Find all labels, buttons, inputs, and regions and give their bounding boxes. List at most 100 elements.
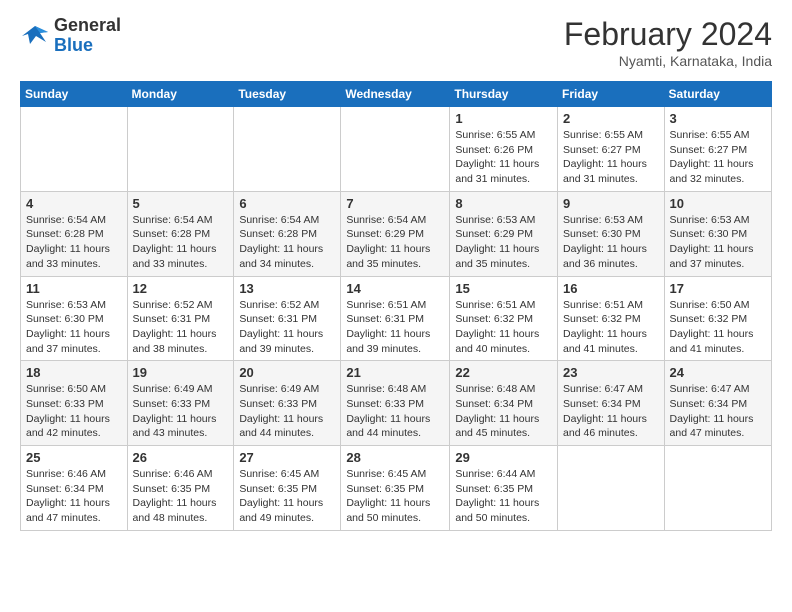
day-number: 22 bbox=[455, 365, 552, 380]
calendar-cell bbox=[127, 107, 234, 192]
calendar-cell: 8 Sunrise: 6:53 AM Sunset: 6:29 PM Daylig… bbox=[450, 191, 558, 276]
day-info: Sunrise: 6:46 AM Sunset: 6:35 PM Dayligh… bbox=[133, 467, 229, 526]
day-info: Sunrise: 6:48 AM Sunset: 6:33 PM Dayligh… bbox=[346, 382, 444, 441]
day-number: 8 bbox=[455, 196, 552, 211]
day-header-friday: Friday bbox=[558, 82, 665, 107]
day-number: 2 bbox=[563, 111, 659, 126]
day-header-wednesday: Wednesday bbox=[341, 82, 450, 107]
day-header-monday: Monday bbox=[127, 82, 234, 107]
calendar-cell: 11 Sunrise: 6:53 AM Sunset: 6:30 PM Dayli… bbox=[21, 276, 128, 361]
day-number: 26 bbox=[133, 450, 229, 465]
calendar-week-row: 25 Sunrise: 6:46 AM Sunset: 6:34 PM Dayli… bbox=[21, 446, 772, 531]
day-info: Sunrise: 6:45 AM Sunset: 6:35 PM Dayligh… bbox=[346, 467, 444, 526]
calendar-cell: 27Sunrise: 6:45 AM Sunset: 6:35 PM Dayli… bbox=[234, 446, 341, 531]
day-info: Sunrise: 6:52 AM Sunset: 6:31 PM Dayligh… bbox=[239, 298, 335, 357]
day-number: 13 bbox=[239, 281, 335, 296]
day-number: 3 bbox=[670, 111, 766, 126]
calendar-cell: 19 Sunrise: 6:49 AM Sunset: 6:33 PM Dayli… bbox=[127, 361, 234, 446]
day-number: 25 bbox=[26, 450, 122, 465]
calendar-cell: 29 Sunrise: 6:44 AM Sunset: 6:35 PM Dayli… bbox=[450, 446, 558, 531]
day-header-saturday: Saturday bbox=[664, 82, 771, 107]
day-number: 17 bbox=[670, 281, 766, 296]
day-number: 11 bbox=[26, 281, 122, 296]
day-header-sunday: Sunday bbox=[21, 82, 128, 107]
calendar-cell bbox=[21, 107, 128, 192]
logo-text: General Blue bbox=[54, 16, 121, 56]
month-title: February 2024 bbox=[564, 16, 772, 53]
location: Nyamti, Karnataka, India bbox=[564, 53, 772, 69]
day-number: 24 bbox=[670, 365, 766, 380]
logo-line1: General bbox=[54, 15, 121, 35]
day-info: Sunrise: 6:53 AM Sunset: 6:30 PM Dayligh… bbox=[26, 298, 122, 357]
day-info: Sunrise: 6:50 AM Sunset: 6:33 PM Dayligh… bbox=[26, 382, 122, 441]
day-info: Sunrise: 6:54 AM Sunset: 6:28 PM Dayligh… bbox=[133, 213, 229, 272]
calendar-cell bbox=[558, 446, 665, 531]
calendar-week-row: 1 Sunrise: 6:55 AM Sunset: 6:26 PM Daylig… bbox=[21, 107, 772, 192]
day-info: Sunrise: 6:53 AM Sunset: 6:29 PM Dayligh… bbox=[455, 213, 552, 272]
day-info: Sunrise: 6:54 AM Sunset: 6:28 PM Dayligh… bbox=[239, 213, 335, 272]
calendar-week-row: 4Sunrise: 6:54 AM Sunset: 6:28 PM Daylig… bbox=[21, 191, 772, 276]
calendar-header-row: SundayMondayTuesdayWednesdayThursdayFrid… bbox=[21, 82, 772, 107]
calendar-cell: 9 Sunrise: 6:53 AM Sunset: 6:30 PM Daylig… bbox=[558, 191, 665, 276]
calendar-week-row: 18 Sunrise: 6:50 AM Sunset: 6:33 PM Dayli… bbox=[21, 361, 772, 446]
day-info: Sunrise: 6:49 AM Sunset: 6:33 PM Dayligh… bbox=[133, 382, 229, 441]
calendar-table: SundayMondayTuesdayWednesdayThursdayFrid… bbox=[20, 81, 772, 531]
day-number: 16 bbox=[563, 281, 659, 296]
day-info: Sunrise: 6:51 AM Sunset: 6:31 PM Dayligh… bbox=[346, 298, 444, 357]
day-info: Sunrise: 6:55 AM Sunset: 6:27 PM Dayligh… bbox=[563, 128, 659, 187]
day-info: Sunrise: 6:53 AM Sunset: 6:30 PM Dayligh… bbox=[670, 213, 766, 272]
day-info: Sunrise: 6:49 AM Sunset: 6:33 PM Dayligh… bbox=[239, 382, 335, 441]
day-info: Sunrise: 6:46 AM Sunset: 6:34 PM Dayligh… bbox=[26, 467, 122, 526]
calendar-cell: 7Sunrise: 6:54 AM Sunset: 6:29 PM Daylig… bbox=[341, 191, 450, 276]
calendar-cell: 22Sunrise: 6:48 AM Sunset: 6:34 PM Dayli… bbox=[450, 361, 558, 446]
calendar-cell bbox=[341, 107, 450, 192]
day-info: Sunrise: 6:55 AM Sunset: 6:27 PM Dayligh… bbox=[670, 128, 766, 187]
calendar-cell: 20 Sunrise: 6:49 AM Sunset: 6:33 PM Dayli… bbox=[234, 361, 341, 446]
logo-icon bbox=[20, 24, 50, 48]
day-number: 12 bbox=[133, 281, 229, 296]
day-number: 9 bbox=[563, 196, 659, 211]
calendar-cell: 15Sunrise: 6:51 AM Sunset: 6:32 PM Dayli… bbox=[450, 276, 558, 361]
day-header-thursday: Thursday bbox=[450, 82, 558, 107]
day-number: 23 bbox=[563, 365, 659, 380]
day-info: Sunrise: 6:53 AM Sunset: 6:30 PM Dayligh… bbox=[563, 213, 659, 272]
calendar-cell: 26 Sunrise: 6:46 AM Sunset: 6:35 PM Dayli… bbox=[127, 446, 234, 531]
day-number: 27 bbox=[239, 450, 335, 465]
day-number: 18 bbox=[26, 365, 122, 380]
calendar-cell: 24 Sunrise: 6:47 AM Sunset: 6:34 PM Dayli… bbox=[664, 361, 771, 446]
calendar-cell: 23 Sunrise: 6:47 AM Sunset: 6:34 PM Dayli… bbox=[558, 361, 665, 446]
calendar-cell: 17 Sunrise: 6:50 AM Sunset: 6:32 PM Dayli… bbox=[664, 276, 771, 361]
day-number: 1 bbox=[455, 111, 552, 126]
calendar-week-row: 11 Sunrise: 6:53 AM Sunset: 6:30 PM Dayli… bbox=[21, 276, 772, 361]
calendar-cell: 5Sunrise: 6:54 AM Sunset: 6:28 PM Daylig… bbox=[127, 191, 234, 276]
calendar-cell: 2 Sunrise: 6:55 AM Sunset: 6:27 PM Daylig… bbox=[558, 107, 665, 192]
calendar-cell bbox=[664, 446, 771, 531]
day-number: 21 bbox=[346, 365, 444, 380]
calendar-cell: 12 Sunrise: 6:52 AM Sunset: 6:31 PM Dayli… bbox=[127, 276, 234, 361]
day-number: 20 bbox=[239, 365, 335, 380]
calendar-cell: 21 Sunrise: 6:48 AM Sunset: 6:33 PM Dayli… bbox=[341, 361, 450, 446]
day-info: Sunrise: 6:44 AM Sunset: 6:35 PM Dayligh… bbox=[455, 467, 552, 526]
calendar-cell: 18 Sunrise: 6:50 AM Sunset: 6:33 PM Dayli… bbox=[21, 361, 128, 446]
logo-line2: Blue bbox=[54, 36, 121, 56]
day-number: 6 bbox=[239, 196, 335, 211]
calendar-cell: 4Sunrise: 6:54 AM Sunset: 6:28 PM Daylig… bbox=[21, 191, 128, 276]
day-info: Sunrise: 6:54 AM Sunset: 6:28 PM Dayligh… bbox=[26, 213, 122, 272]
day-info: Sunrise: 6:47 AM Sunset: 6:34 PM Dayligh… bbox=[670, 382, 766, 441]
day-header-tuesday: Tuesday bbox=[234, 82, 341, 107]
calendar-cell: 3 Sunrise: 6:55 AM Sunset: 6:27 PM Daylig… bbox=[664, 107, 771, 192]
day-info: Sunrise: 6:50 AM Sunset: 6:32 PM Dayligh… bbox=[670, 298, 766, 357]
title-block: February 2024 Nyamti, Karnataka, India bbox=[564, 16, 772, 69]
day-info: Sunrise: 6:55 AM Sunset: 6:26 PM Dayligh… bbox=[455, 128, 552, 187]
day-info: Sunrise: 6:51 AM Sunset: 6:32 PM Dayligh… bbox=[563, 298, 659, 357]
day-number: 29 bbox=[455, 450, 552, 465]
day-number: 7 bbox=[346, 196, 444, 211]
header: General Blue February 2024 Nyamti, Karna… bbox=[20, 16, 772, 69]
calendar-cell: 28Sunrise: 6:45 AM Sunset: 6:35 PM Dayli… bbox=[341, 446, 450, 531]
day-number: 14 bbox=[346, 281, 444, 296]
calendar-cell: 1 Sunrise: 6:55 AM Sunset: 6:26 PM Daylig… bbox=[450, 107, 558, 192]
day-number: 19 bbox=[133, 365, 229, 380]
calendar-cell bbox=[234, 107, 341, 192]
day-info: Sunrise: 6:47 AM Sunset: 6:34 PM Dayligh… bbox=[563, 382, 659, 441]
day-info: Sunrise: 6:52 AM Sunset: 6:31 PM Dayligh… bbox=[133, 298, 229, 357]
